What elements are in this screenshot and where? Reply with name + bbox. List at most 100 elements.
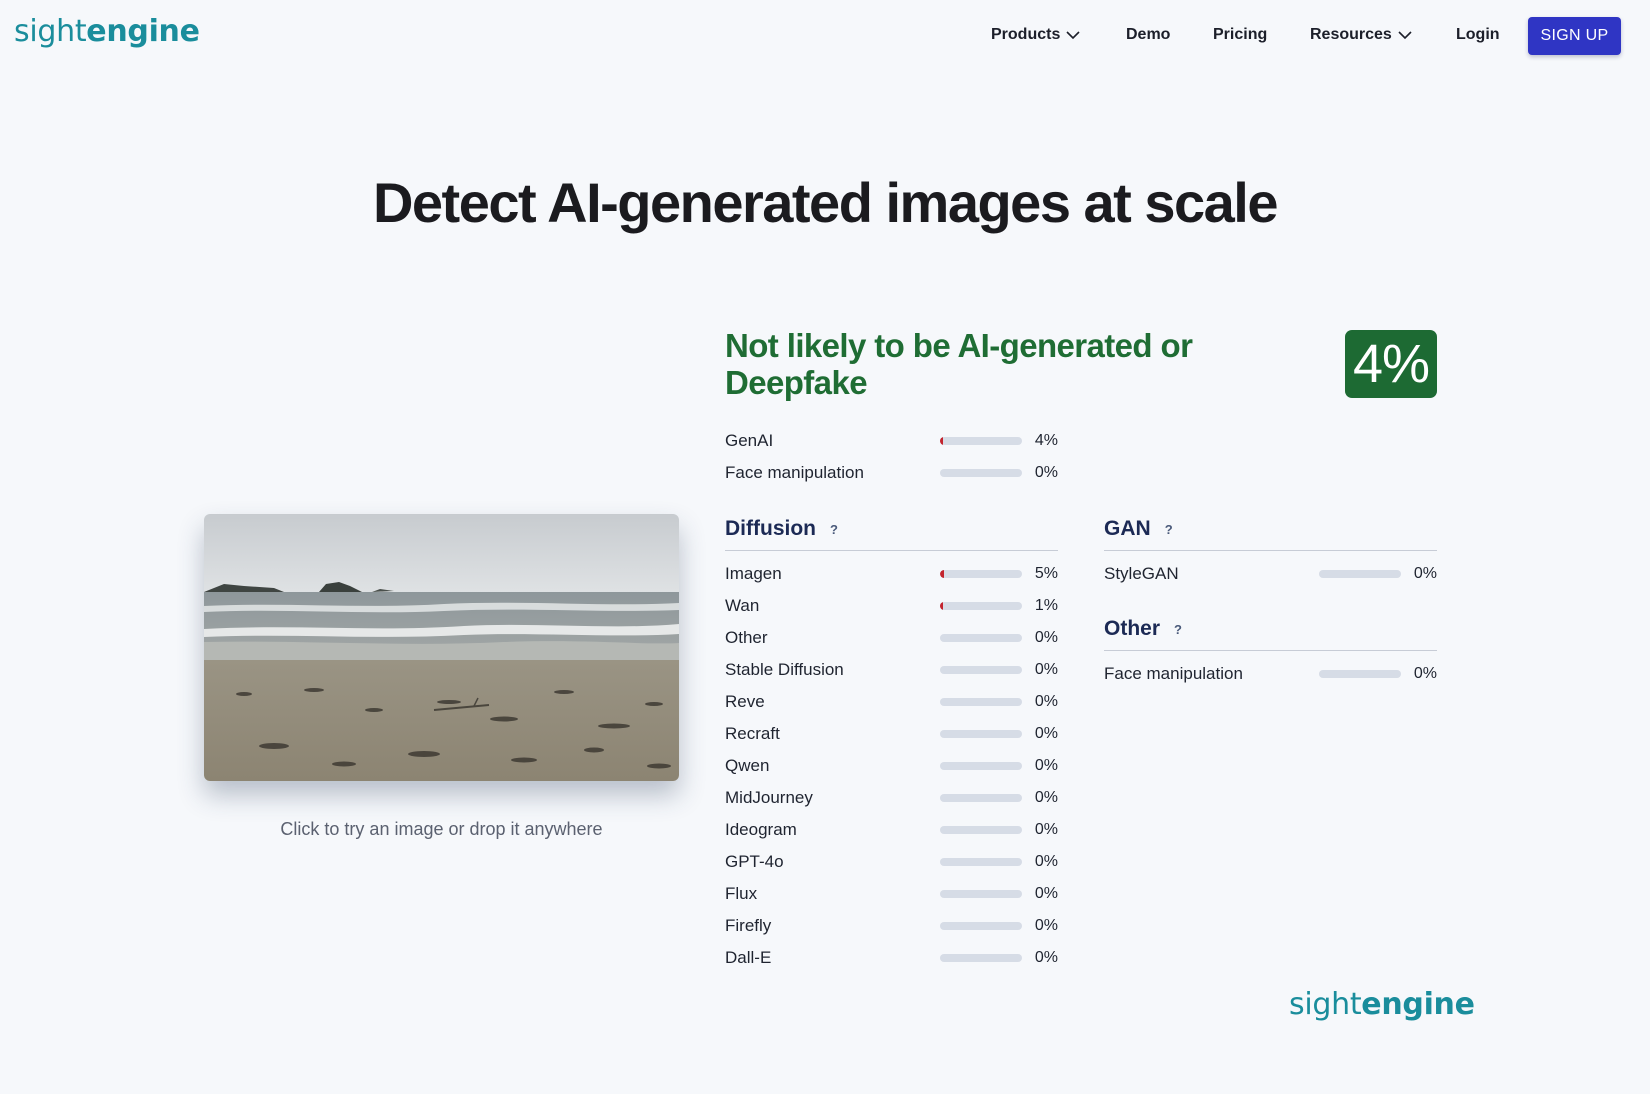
score-percent: 0% [1034,629,1058,646]
nav-login[interactable]: Login [1456,26,1500,44]
score-label: Reve [725,692,765,711]
signup-button[interactable]: SIGN UP [1528,17,1621,55]
score-bar [940,954,1022,962]
score-bar [940,469,1022,477]
score-bar [940,890,1022,898]
score-label: Other [725,628,768,647]
score-label: Recraft [725,724,780,743]
score-label: Dall-E [725,948,772,967]
score-row: Qwen 0% [725,755,1058,777]
score-label: GenAI [725,431,774,450]
score-percent: 0% [1034,949,1058,966]
footer-logo: sightengine [1289,987,1475,1022]
score-row: Ideogram 0% [725,819,1058,841]
score-label: StyleGAN [1104,564,1179,583]
uploaded-image-dropzone[interactable] [204,514,679,781]
score-bar [940,666,1022,674]
other-title: Other [1104,617,1161,640]
score-bar-fill [940,570,945,578]
score-bar [940,858,1022,866]
score-label: Face manipulation [725,463,864,482]
score-bar [940,826,1022,834]
score-label: Ideogram [725,820,797,839]
score-row: Wan 1% [725,595,1058,617]
score-label: Wan [725,596,760,615]
score-bar [940,922,1022,930]
nav-products[interactable]: Products [991,26,1080,44]
gan-title: GAN [1104,517,1151,540]
score-row: MidJourney 0% [725,787,1058,809]
score-label: MidJourney [725,788,813,807]
score-label: GPT-4o [725,852,784,871]
score-percent: 0% [1034,789,1058,806]
nav-pricing-label: Pricing [1213,26,1268,43]
help-icon[interactable]: ? [1172,622,1184,637]
divider [725,550,1058,551]
main-nav: Products Demo Pricing Resources Login SI… [0,0,1650,72]
score-row: Reve 0% [725,691,1058,713]
score-label: Firefly [725,916,772,935]
score-bar [940,634,1022,642]
diffusion-title: Diffusion [725,517,816,540]
score-percent: 0% [1034,917,1058,934]
score-row: Other 0% [725,627,1058,649]
score-row: GPT-4o 0% [725,851,1058,873]
beach-photo [204,514,679,781]
score-row: Dall-E 0% [725,947,1058,969]
nav-resources[interactable]: Resources [1310,26,1412,44]
nav-pricing[interactable]: Pricing [1213,26,1267,44]
score-bar [1319,570,1401,578]
score-bar-fill [940,437,944,445]
score-row: Stable Diffusion 0% [725,659,1058,681]
upload-caption: Click to try an image or drop it anywher… [280,819,603,839]
score-bar [940,762,1022,770]
score-percent: 0% [1413,665,1437,682]
score-row: Imagen 5% [725,563,1058,585]
score-percent: 5% [1034,565,1058,582]
gan-heading: GAN ? [1104,517,1175,541]
score-bar-fill [940,602,943,610]
score-label: Qwen [725,756,770,775]
score-badge: 4% [1345,330,1437,398]
page-title: Detect AI-generated images at scale [372,171,1279,234]
verdict-text: Not likely to be AI-generated or Deepfak… [725,327,1193,401]
score-percent: 0% [1034,725,1058,742]
score-row: Recraft 0% [725,723,1058,745]
logo-text-part1: sight [1289,987,1362,1022]
score-row: GenAI 4% [725,430,1058,452]
score-bar [940,570,1022,578]
score-percent: 0% [1034,464,1058,481]
divider [1104,550,1437,551]
score-bar [940,698,1022,706]
score-percent: 0% [1034,693,1058,710]
nav-demo[interactable]: Demo [1126,26,1170,44]
score-percent: 1% [1034,597,1058,614]
chevron-down-icon [1066,31,1080,40]
score-label: Stable Diffusion [725,660,844,679]
score-bar [1319,670,1401,678]
score-percent: 0% [1034,661,1058,678]
score-row: Firefly 0% [725,915,1058,937]
nav-login-label: Login [1456,26,1500,43]
score-bar [940,730,1022,738]
score-bar [940,794,1022,802]
other-heading: Other ? [1104,617,1184,641]
score-label: Flux [725,884,758,903]
score-bar [940,602,1022,610]
nav-demo-label: Demo [1126,26,1171,43]
score-label: Face manipulation [1104,664,1243,683]
score-percent: 0% [1034,885,1058,902]
score-percent: 0% [1034,853,1058,870]
nav-resources-label: Resources [1310,26,1392,43]
score-row: Flux 0% [725,883,1058,905]
chevron-down-icon [1398,31,1412,40]
help-icon[interactable]: ? [828,522,840,537]
score-label: Imagen [725,564,782,583]
diffusion-heading: Diffusion ? [725,517,840,541]
score-row: StyleGAN 0% [1104,563,1437,585]
score-percent: 0% [1034,821,1058,838]
score-percent: 0% [1034,757,1058,774]
score-percent: 0% [1413,565,1437,582]
help-icon[interactable]: ? [1163,522,1175,537]
divider [1104,650,1437,651]
